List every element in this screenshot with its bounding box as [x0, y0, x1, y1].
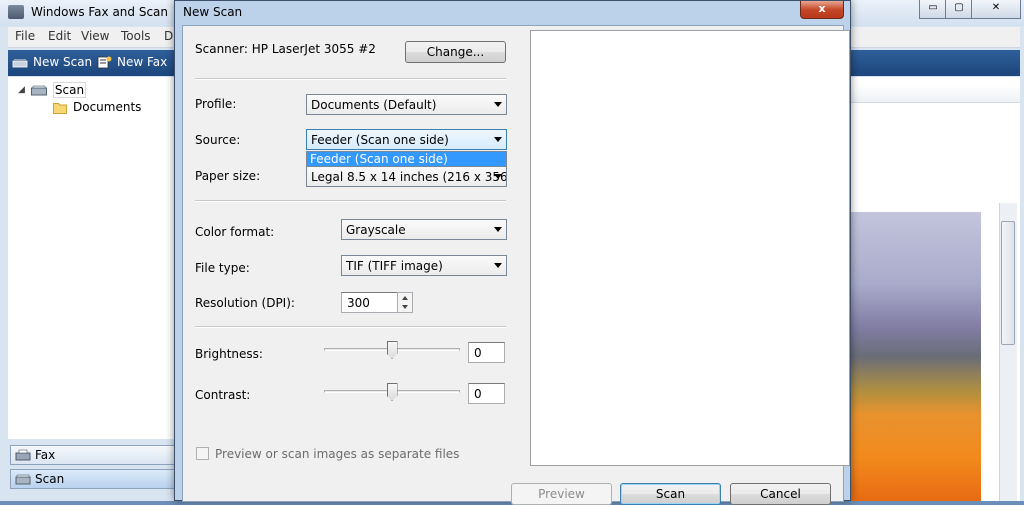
spin-down-icon[interactable] [402, 305, 408, 309]
app-close-button[interactable]: ✕ [971, 0, 1021, 19]
nav-tab-scan-label: Scan [35, 472, 65, 486]
resolution-label: Resolution (DPI): [195, 296, 295, 310]
separate-files-checkbox[interactable] [196, 447, 209, 460]
brightness-slider-thumb[interactable] [386, 341, 398, 359]
scanner-icon [15, 474, 31, 485]
minimize-icon: ▭ [928, 2, 938, 13]
dropdown-arrow-icon [494, 227, 502, 232]
new-scan-label: New Scan [33, 55, 93, 69]
fax-icon [15, 449, 31, 461]
new-fax-button[interactable]: New Fax [96, 55, 167, 69]
dialog-body: Scanner: HP LaserJet 3055 #2 Change... P… [182, 25, 850, 505]
nav-tab-scan[interactable]: Scan [10, 469, 176, 489]
paper-size-label: Paper size: [195, 169, 261, 183]
expand-arrow-icon[interactable]: ◢ [18, 85, 25, 95]
brightness-input[interactable]: 0 [468, 342, 505, 363]
contrast-input[interactable]: 0 [468, 383, 505, 404]
nav-tab-fax[interactable]: Fax [10, 445, 176, 465]
brightness-label: Brightness: [195, 347, 263, 361]
new-scan-button[interactable]: New Scan [12, 55, 92, 69]
file-type-label: File type: [195, 261, 250, 275]
scrollbar-thumb[interactable] [1001, 221, 1015, 345]
close-icon: ✕ [991, 2, 1001, 13]
contrast-slider-thumb[interactable] [386, 383, 398, 401]
separate-files-label: Preview or scan images as separate files [215, 447, 460, 461]
preview-button[interactable]: Preview [511, 483, 612, 505]
maximize-button[interactable]: ▢ [945, 0, 973, 19]
color-format-label: Color format: [195, 225, 275, 239]
vertical-scrollbar[interactable] [999, 203, 1017, 501]
source-dropdown-list: Feeder (Scan one side) [306, 151, 507, 167]
new-fax-icon [97, 56, 112, 68]
menu-file[interactable]: File [15, 29, 35, 43]
scanner-icon [30, 85, 47, 95]
app-title: Windows Fax and Scan [31, 5, 169, 19]
minimize-button[interactable]: ▭ [919, 0, 947, 19]
profile-label: Profile: [195, 97, 237, 111]
dropdown-arrow-icon [494, 174, 502, 179]
resolution-input[interactable]: 300 [341, 292, 398, 313]
cancel-button[interactable]: Cancel [730, 483, 831, 505]
file-type-value: TIF (TIFF image) [346, 259, 443, 273]
tree-item-scan[interactable]: ◢ Scan [18, 82, 87, 98]
dropdown-arrow-icon [494, 137, 502, 142]
paper-size-value: Legal 8.5 x 14 inches (216 x 356 mm) [311, 170, 507, 184]
folder-icon [53, 102, 67, 114]
scanner-icon [12, 58, 28, 67]
list-column-header [851, 85, 1020, 103]
dropdown-arrow-icon [494, 263, 502, 268]
paper-size-select[interactable]: Legal 8.5 x 14 inches (216 x 356 mm) [306, 166, 507, 187]
profile-select[interactable]: Documents (Default) [306, 94, 507, 115]
change-scanner-button[interactable]: Change... [405, 41, 506, 63]
menu-edit[interactable]: Edit [48, 29, 71, 43]
file-type-select[interactable]: TIF (TIFF image) [341, 255, 507, 276]
profile-value: Documents (Default) [311, 98, 437, 112]
fax-scan-app-icon [8, 5, 24, 19]
dropdown-arrow-icon [494, 102, 502, 107]
source-select[interactable]: Feeder (Scan one side) [306, 129, 507, 150]
tree-label-documents: Documents [73, 100, 142, 114]
maximize-icon: ▢ [954, 2, 964, 13]
tree-item-documents[interactable]: Documents [53, 100, 141, 114]
new-fax-label: New Fax [117, 55, 168, 69]
folder-tree: ◢ Scan Documents [8, 77, 177, 439]
scanned-image-thumbnail [851, 212, 981, 501]
new-scan-dialog: New Scan x Scanner: HP LaserJet 3055 #2 … [174, 0, 851, 505]
color-format-value: Grayscale [346, 223, 406, 237]
tree-label-scan: Scan [52, 82, 87, 98]
resolution-spinner[interactable] [397, 292, 413, 313]
separator [195, 200, 506, 202]
source-value: Feeder (Scan one side) [311, 133, 449, 147]
contrast-label: Contrast: [195, 388, 251, 402]
source-option-feeder-one-side[interactable]: Feeder (Scan one side) [307, 152, 506, 166]
menu-view[interactable]: View [81, 29, 109, 43]
nav-tab-fax-label: Fax [35, 448, 56, 462]
menu-tools[interactable]: Tools [121, 29, 151, 43]
dialog-close-button[interactable]: x [800, 1, 844, 19]
color-format-select[interactable]: Grayscale [341, 219, 507, 240]
dialog-title: New Scan [183, 5, 243, 19]
separator [195, 78, 506, 80]
close-icon: x [818, 2, 826, 15]
scan-button[interactable]: Scan [620, 483, 721, 505]
separator [195, 326, 506, 328]
scanner-label: Scanner: HP LaserJet 3055 #2 [195, 42, 376, 56]
source-label: Source: [195, 133, 241, 147]
scan-preview-area [530, 30, 850, 466]
spin-up-icon[interactable] [402, 296, 408, 300]
